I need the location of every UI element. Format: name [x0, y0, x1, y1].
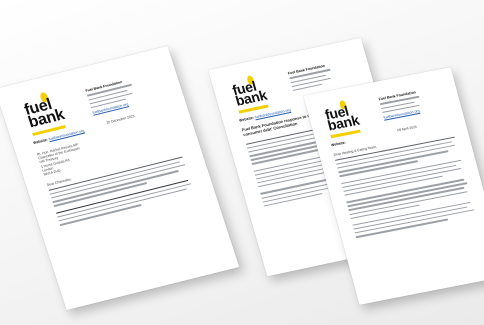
org-header: Fuel Bank Foundation fuelbankfoundation.…	[85, 70, 171, 115]
fuel-bank-logo: fuel bank	[22, 91, 67, 137]
website-row: Website:	[330, 140, 347, 148]
letter-date: 08 April 2024	[396, 124, 418, 133]
letter-date: 20 December 2023	[105, 114, 136, 125]
org-header: Fuel Bank Foundation fuelbankfoundation.…	[378, 90, 420, 120]
fuel-bank-logo: fuel bank	[230, 75, 269, 114]
letter-body: Dear Heating & Eating Team,	[333, 129, 478, 240]
website-label: Website:	[32, 137, 49, 146]
recipient-address: Rt. Hon. Rachel Reeves MP Chancellor of …	[36, 142, 81, 177]
fuel-bank-logo: fuel bank	[323, 99, 361, 139]
